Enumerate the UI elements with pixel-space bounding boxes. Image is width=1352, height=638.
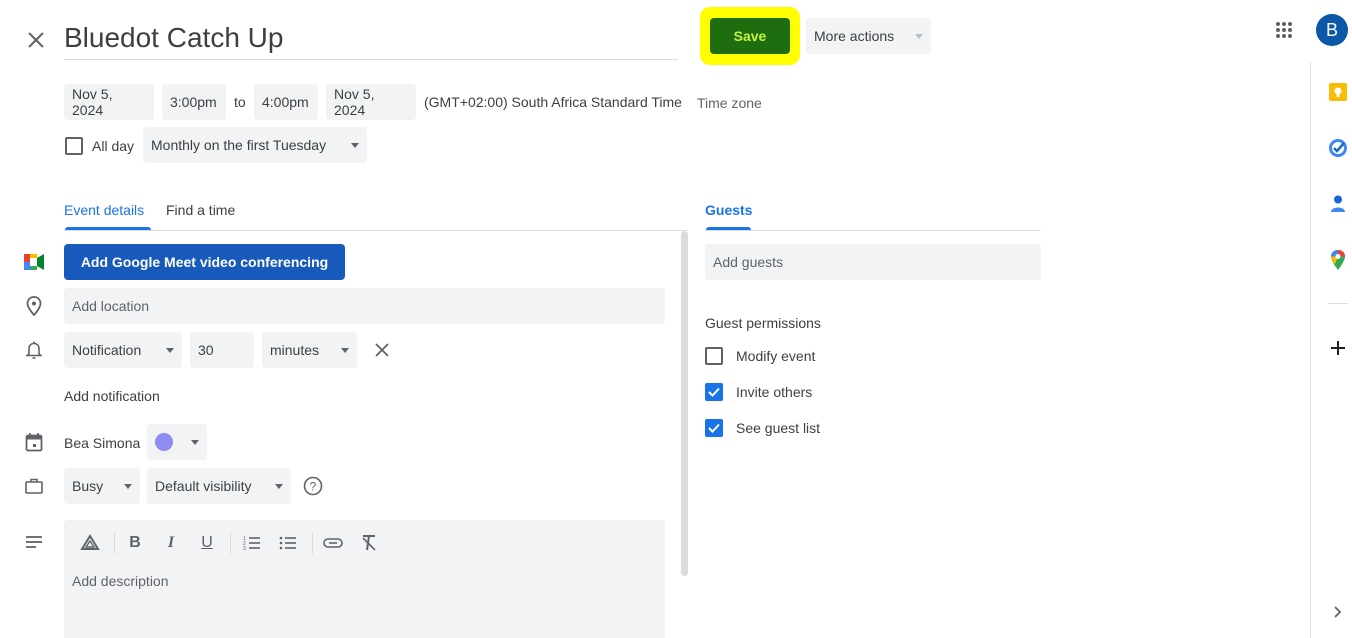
visibility-value: Default visibility (155, 478, 252, 494)
recurrence-dropdown[interactable]: Monthly on the first Tuesday (143, 127, 367, 163)
avatar-letter: B (1325, 19, 1338, 40)
location-placeholder: Add location (72, 298, 150, 314)
link-icon[interactable] (321, 532, 345, 554)
meet-button-label: Add Google Meet video conferencing (80, 254, 329, 270)
start-date: Nov 5, 2024 (72, 86, 113, 118)
description-icon (22, 532, 46, 552)
expand-panel-icon[interactable] (1326, 600, 1350, 624)
end-time: 4:00pm (262, 94, 309, 110)
more-actions-button[interactable]: More actions (806, 18, 931, 54)
tab-find-a-time[interactable]: Find a time (166, 202, 235, 218)
side-panel-divider (1328, 303, 1348, 304)
close-icon[interactable] (22, 26, 50, 54)
add-notification-link[interactable]: Add notification (64, 388, 160, 404)
chevron-down-icon (341, 347, 349, 353)
help-icon[interactable]: ? (301, 474, 325, 498)
notification-type-dropdown[interactable]: Notification (64, 332, 182, 368)
italic-icon[interactable]: I (159, 532, 183, 554)
remove-notification-icon[interactable] (370, 338, 394, 362)
calendar-owner: Bea Simona (64, 435, 141, 451)
tab-event-details[interactable]: Event details (64, 202, 144, 218)
toolbar-divider (114, 532, 115, 554)
clear-formatting-icon[interactable] (357, 532, 381, 554)
event-title-input[interactable]: Bluedot Catch Up (64, 18, 678, 60)
chevron-down-icon (191, 439, 199, 445)
add-guests-placeholder: Add guests (713, 254, 784, 270)
invite-others-label: Invite others (736, 384, 813, 400)
save-button[interactable]: Save (710, 18, 790, 54)
availability-value: Busy (72, 478, 104, 494)
add-guests-input[interactable]: Add guests (705, 244, 1041, 280)
notification-value-input[interactable]: 30 (190, 332, 254, 368)
add-meet-button[interactable]: Add Google Meet video conferencing (64, 244, 345, 280)
event-title: Bluedot Catch Up (64, 22, 284, 53)
chevron-down-icon (166, 347, 174, 353)
maps-icon[interactable] (1326, 248, 1350, 272)
end-date-field[interactable]: Nov 5, 2024 (326, 84, 416, 120)
add-addon-icon[interactable] (1326, 336, 1350, 360)
location-input[interactable]: Add location (64, 288, 665, 324)
see-guest-list-checkbox[interactable] (705, 419, 723, 437)
guests-divider (705, 230, 1041, 231)
location-pin-icon (22, 294, 46, 318)
guest-permissions-title: Guest permissions (705, 315, 821, 331)
details-scrollbar[interactable] (681, 231, 688, 576)
availability-dropdown[interactable]: Busy (64, 468, 140, 504)
timezone-text: (GMT+02:00) South Africa Standard Time (424, 94, 682, 110)
chevron-down-icon (275, 483, 283, 489)
color-swatch (155, 433, 173, 451)
toolbar-divider (230, 532, 231, 554)
svg-text:3: 3 (243, 546, 246, 551)
numbered-list-icon[interactable]: 123 (240, 532, 264, 554)
chevron-down-icon (915, 33, 923, 39)
notification-unit: minutes (270, 342, 320, 358)
end-date: Nov 5, 2024 (334, 86, 375, 118)
visibility-dropdown[interactable]: Default visibility (147, 468, 291, 504)
chevron-down-icon (124, 483, 132, 489)
start-date-field[interactable]: Nov 5, 2024 (64, 84, 154, 120)
google-meet-icon (22, 252, 46, 272)
svg-text:?: ? (310, 480, 317, 494)
notification-unit-dropdown[interactable]: minutes (262, 332, 357, 368)
underline-icon[interactable]: U (195, 532, 219, 554)
bold-icon[interactable]: B (123, 532, 147, 554)
guests-tab[interactable]: Guests (705, 202, 752, 218)
drive-icon[interactable] (78, 532, 102, 554)
timezone-link[interactable]: Time zone (697, 95, 762, 111)
toolbar-divider (312, 532, 313, 554)
recurrence-value: Monthly on the first Tuesday (151, 137, 327, 153)
calendar-color-dropdown[interactable] (147, 424, 207, 460)
chevron-down-icon (351, 142, 359, 148)
all-day-checkbox[interactable] (65, 137, 83, 155)
calendar-icon (22, 430, 46, 454)
tasks-icon[interactable] (1326, 136, 1350, 160)
modify-event-label: Modify event (736, 348, 816, 364)
start-time-field[interactable]: 3:00pm (162, 84, 226, 120)
apps-grid-icon[interactable] (1272, 18, 1296, 42)
contacts-icon[interactable] (1326, 192, 1350, 216)
keep-icon[interactable] (1326, 80, 1350, 104)
notification-type: Notification (72, 342, 142, 358)
briefcase-icon (22, 474, 46, 498)
more-actions-label: More actions (814, 28, 895, 44)
modify-event-checkbox[interactable] (705, 347, 723, 365)
to-label: to (234, 94, 246, 110)
start-time: 3:00pm (170, 94, 217, 110)
invite-others-checkbox[interactable] (705, 383, 723, 401)
end-time-field[interactable]: 4:00pm (254, 84, 318, 120)
notification-value: 30 (198, 342, 214, 358)
bulleted-list-icon[interactable] (276, 532, 300, 554)
see-guest-list-label: See guest list (736, 420, 821, 436)
avatar[interactable]: B (1316, 14, 1348, 46)
all-day-label: All day (92, 138, 135, 154)
bell-icon (22, 338, 46, 362)
save-label: Save (733, 28, 767, 44)
description-placeholder: Add description (72, 573, 169, 589)
tabs-divider (64, 230, 688, 231)
